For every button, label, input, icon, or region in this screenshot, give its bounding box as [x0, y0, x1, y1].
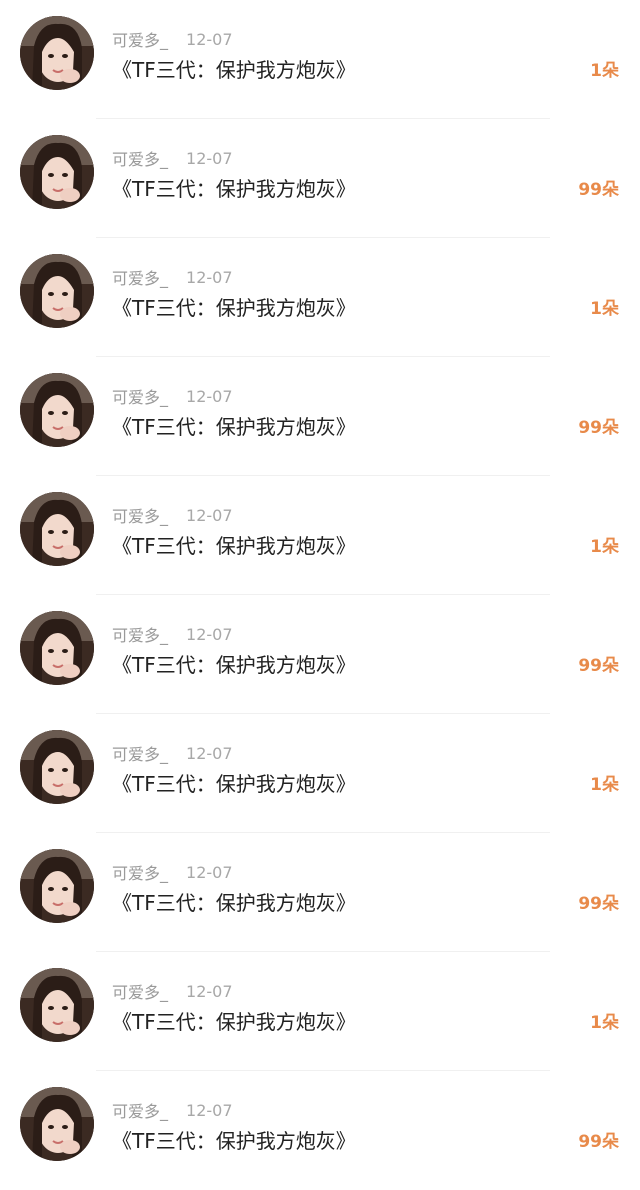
post-date: 12-07 [186, 386, 233, 406]
gift-count: 99朵 [578, 1132, 619, 1152]
avatar-image [20, 254, 94, 328]
book-title[interactable]: 《TF三代：保护我方炮灰》 [112, 650, 356, 680]
post-meta: 可爱多_ 12-07 [112, 384, 233, 408]
list-item[interactable]: 可爱多_ 12-07 《TF三代：保护我方炮灰》 99朵 [0, 1071, 640, 1190]
gift-count: 99朵 [578, 894, 619, 914]
gift-count: 99朵 [578, 180, 619, 200]
avatar-image [20, 492, 94, 566]
avatar-image [20, 968, 94, 1042]
list-item[interactable]: 可爱多_ 12-07 《TF三代：保护我方炮灰》 99朵 [0, 833, 640, 952]
username[interactable]: 可爱多_ [112, 741, 168, 765]
gift-count: 99朵 [578, 656, 619, 676]
book-title[interactable]: 《TF三代：保护我方炮灰》 [112, 174, 356, 204]
list-item[interactable]: 可爱多_ 12-07 《TF三代：保护我方炮灰》 1朵 [0, 0, 640, 119]
list-item[interactable]: 可爱多_ 12-07 《TF三代：保护我方炮灰》 99朵 [0, 357, 640, 476]
post-date: 12-07 [186, 1100, 233, 1120]
list-item[interactable]: 可爱多_ 12-07 《TF三代：保护我方炮灰》 1朵 [0, 238, 640, 357]
list-item[interactable]: 可爱多_ 12-07 《TF三代：保护我方炮灰》 1朵 [0, 714, 640, 833]
list-item[interactable]: 可爱多_ 12-07 《TF三代：保护我方炮灰》 99朵 [0, 119, 640, 238]
book-title[interactable]: 《TF三代：保护我方炮灰》 [112, 1126, 356, 1156]
avatar-image [20, 16, 94, 90]
post-meta: 可爱多_ 12-07 [112, 27, 233, 51]
avatar-image [20, 1087, 94, 1161]
avatar[interactable] [20, 135, 94, 209]
post-date: 12-07 [186, 29, 233, 49]
gift-count: 1朵 [590, 61, 619, 81]
post-date: 12-07 [186, 743, 233, 763]
book-title[interactable]: 《TF三代：保护我方炮灰》 [112, 55, 356, 85]
gift-count: 99朵 [578, 418, 619, 438]
avatar[interactable] [20, 849, 94, 923]
post-meta: 可爱多_ 12-07 [112, 979, 233, 1003]
list-item[interactable]: 可爱多_ 12-07 《TF三代：保护我方炮灰》 1朵 [0, 952, 640, 1071]
list-item[interactable]: 可爱多_ 12-07 《TF三代：保护我方炮灰》 99朵 [0, 595, 640, 714]
avatar-image [20, 135, 94, 209]
avatar-image [20, 611, 94, 685]
post-date: 12-07 [186, 624, 233, 644]
username[interactable]: 可爱多_ [112, 979, 168, 1003]
avatar[interactable] [20, 492, 94, 566]
avatar[interactable] [20, 373, 94, 447]
post-date: 12-07 [186, 267, 233, 287]
gift-count: 1朵 [590, 537, 619, 557]
gift-count: 1朵 [590, 1013, 619, 1033]
avatar[interactable] [20, 16, 94, 90]
username[interactable]: 可爱多_ [112, 860, 168, 884]
book-title[interactable]: 《TF三代：保护我方炮灰》 [112, 769, 356, 799]
username[interactable]: 可爱多_ [112, 622, 168, 646]
username[interactable]: 可爱多_ [112, 503, 168, 527]
post-date: 12-07 [186, 505, 233, 525]
gift-record-list: 可爱多_ 12-07 《TF三代：保护我方炮灰》 1朵 可爱多_ 12-07 《… [0, 0, 640, 1181]
avatar-image [20, 849, 94, 923]
post-meta: 可爱多_ 12-07 [112, 860, 233, 884]
post-meta: 可爱多_ 12-07 [112, 503, 233, 527]
username[interactable]: 可爱多_ [112, 265, 168, 289]
post-meta: 可爱多_ 12-07 [112, 146, 233, 170]
list-item[interactable]: 可爱多_ 12-07 《TF三代：保护我方炮灰》 1朵 [0, 476, 640, 595]
post-meta: 可爱多_ 12-07 [112, 1098, 233, 1122]
book-title[interactable]: 《TF三代：保护我方炮灰》 [112, 1007, 356, 1037]
post-meta: 可爱多_ 12-07 [112, 265, 233, 289]
username[interactable]: 可爱多_ [112, 27, 168, 51]
username[interactable]: 可爱多_ [112, 384, 168, 408]
post-date: 12-07 [186, 981, 233, 1001]
gift-count: 1朵 [590, 775, 619, 795]
avatar-image [20, 373, 94, 447]
post-date: 12-07 [186, 862, 233, 882]
gift-count: 1朵 [590, 299, 619, 319]
avatar[interactable] [20, 730, 94, 804]
book-title[interactable]: 《TF三代：保护我方炮灰》 [112, 888, 356, 918]
username[interactable]: 可爱多_ [112, 1098, 168, 1122]
avatar[interactable] [20, 968, 94, 1042]
book-title[interactable]: 《TF三代：保护我方炮灰》 [112, 293, 356, 323]
avatar-image [20, 730, 94, 804]
book-title[interactable]: 《TF三代：保护我方炮灰》 [112, 531, 356, 561]
avatar[interactable] [20, 1087, 94, 1161]
book-title[interactable]: 《TF三代：保护我方炮灰》 [112, 412, 356, 442]
avatar[interactable] [20, 254, 94, 328]
avatar[interactable] [20, 611, 94, 685]
username[interactable]: 可爱多_ [112, 146, 168, 170]
post-date: 12-07 [186, 148, 233, 168]
post-meta: 可爱多_ 12-07 [112, 622, 233, 646]
post-meta: 可爱多_ 12-07 [112, 741, 233, 765]
